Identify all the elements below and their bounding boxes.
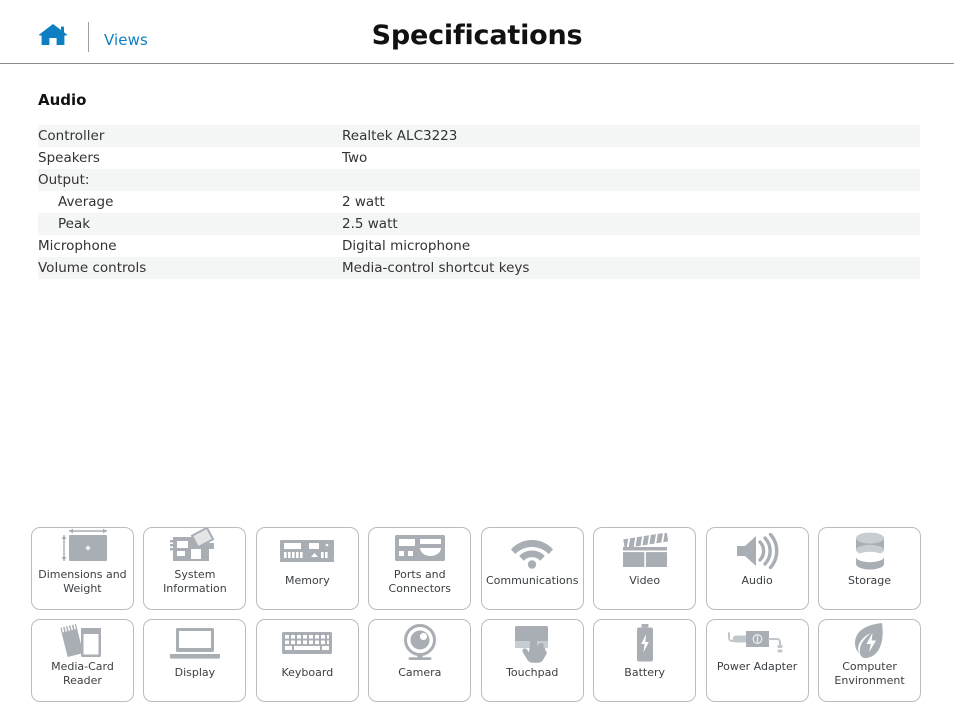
keyboard-icon [257, 620, 358, 666]
spec-value: Two [342, 150, 368, 166]
spec-row: Controller Realtek ALC3223 [38, 125, 920, 147]
category-tile-grid: Dimensions and Weight System Information [31, 527, 921, 711]
spec-row: Output: [38, 169, 920, 191]
laptop-dimensions-icon [32, 528, 133, 568]
tile-display[interactable]: Display [143, 619, 247, 702]
tile-computer-environment[interactable]: Computer Environment [818, 619, 921, 702]
tile-dimensions-and-weight[interactable]: Dimensions and Weight [31, 527, 134, 610]
tile-power-adapter[interactable]: Power Adapter [705, 619, 809, 702]
spec-value: 2.5 watt [342, 216, 398, 232]
spec-row: Peak 2.5 watt [38, 213, 920, 235]
tile-label: Communications [486, 574, 579, 587]
spec-label: Peak [58, 216, 91, 232]
tile-label: Dimensions and Weight [38, 568, 127, 595]
tile-storage[interactable]: Storage [818, 527, 921, 610]
tile-row: Media-Card Reader Display Keyboard Camer… [31, 619, 921, 702]
tile-media-card-reader[interactable]: Media-Card Reader [31, 619, 134, 702]
spec-label: Speakers [38, 150, 100, 166]
leaf-icon [819, 620, 920, 660]
drive-cylinder-icon [819, 528, 920, 574]
tile-label: Display [174, 666, 216, 679]
spec-value: Media-control shortcut keys [342, 260, 530, 276]
spec-row: Average 2 watt [38, 191, 920, 213]
tile-label: Computer Environment [834, 660, 905, 687]
speaker-icon [707, 528, 808, 574]
tile-audio[interactable]: Audio [705, 527, 809, 610]
tile-system-information[interactable]: System Information [143, 527, 247, 610]
spec-label: Average [58, 194, 114, 210]
tile-label: Keyboard [281, 666, 334, 679]
tile-label: Camera [398, 666, 442, 679]
spec-row: Speakers Two [38, 147, 920, 169]
page-title: Specifications [371, 20, 583, 51]
ports-icon [369, 528, 470, 568]
tile-label: Power Adapter [716, 660, 798, 673]
tile-video[interactable]: Video [593, 527, 697, 610]
tile-memory[interactable]: Memory [255, 527, 359, 610]
memory-card-icon [32, 620, 133, 660]
tile-label: Battery [624, 666, 666, 679]
tile-label: Memory [284, 574, 330, 587]
wifi-icon [482, 528, 583, 574]
tile-label: System Information [163, 568, 227, 595]
monitor-icon [144, 620, 245, 666]
clapperboard-icon [594, 528, 695, 574]
app-header: Views Specifications [0, 0, 954, 64]
tile-label: Storage [848, 574, 892, 587]
battery-icon [594, 620, 695, 666]
spec-value: Digital microphone [342, 238, 471, 254]
spec-value: 2 watt [342, 194, 385, 210]
tile-label: Video [629, 574, 661, 587]
section-title: Audio [38, 91, 87, 109]
memory-module-icon [257, 528, 358, 574]
tile-keyboard[interactable]: Keyboard [255, 619, 359, 702]
webcam-icon [369, 620, 470, 666]
tile-battery[interactable]: Battery [593, 619, 697, 702]
tile-label: Media-Card Reader [51, 660, 114, 687]
spec-label: Controller [38, 128, 105, 144]
spec-row: Microphone Digital microphone [38, 235, 920, 257]
tile-touchpad[interactable]: Touchpad [480, 619, 584, 702]
tile-row: Dimensions and Weight System Information [31, 527, 921, 610]
spec-label: Volume controls [38, 260, 147, 276]
specifications-table: Controller Realtek ALC3223 Speakers Two Outp… [38, 125, 920, 279]
power-adapter-icon [707, 620, 808, 660]
spec-row: Volume controls Media-control shortcut ke… [38, 257, 920, 279]
tile-label: Touchpad [506, 666, 559, 679]
spec-label: Microphone [38, 238, 117, 254]
motherboard-icon [144, 528, 245, 568]
tile-camera[interactable]: Camera [368, 619, 472, 702]
tile-label: Audio [741, 574, 773, 587]
spec-value: Realtek ALC3223 [342, 128, 458, 144]
tile-communications[interactable]: Communications [480, 527, 584, 610]
tile-label: Ports and Connectors [388, 568, 452, 595]
touchpad-hand-icon [482, 620, 583, 666]
spec-label: Output: [38, 172, 90, 188]
tile-ports-and-connectors[interactable]: Ports and Connectors [368, 527, 472, 610]
